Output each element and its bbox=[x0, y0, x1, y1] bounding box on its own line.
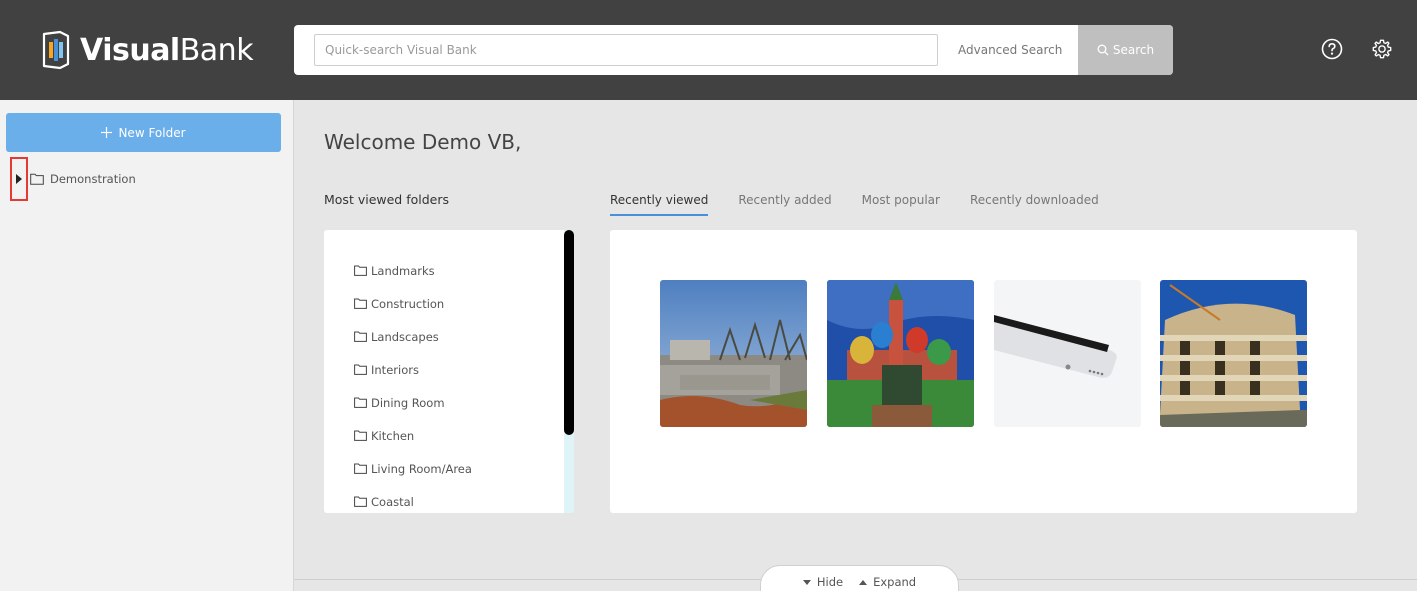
folder-item-landscapes[interactable]: Landscapes bbox=[354, 320, 472, 353]
logo-icon bbox=[42, 30, 70, 70]
hide-label: Hide bbox=[816, 575, 844, 589]
search-icon bbox=[1097, 44, 1109, 56]
st-basils-cathedral-image[interactable] bbox=[827, 280, 974, 427]
folder-icon bbox=[354, 364, 367, 375]
construction-site-image[interactable] bbox=[660, 280, 807, 427]
tree-item-demonstration[interactable]: Demonstration bbox=[10, 157, 270, 201]
help-icon[interactable] bbox=[1321, 38, 1343, 60]
folder-item-label: Dining Room bbox=[371, 395, 445, 410]
folder-item-label: Coastal bbox=[371, 494, 414, 509]
folder-icon bbox=[354, 463, 367, 474]
folder-item-living-room[interactable]: Living Room/Area bbox=[354, 452, 472, 485]
building-under-construction-image[interactable] bbox=[1160, 280, 1307, 427]
scrollbar-thumb[interactable] bbox=[564, 230, 574, 435]
sidebar: New Folder Demonstration bbox=[0, 100, 294, 591]
expand-button[interactable]: Expand bbox=[859, 575, 916, 589]
folder-icon bbox=[354, 298, 367, 309]
top-header: VisualBank Advanced Search Search bbox=[0, 0, 1417, 100]
folder-item-dining-room[interactable]: Dining Room bbox=[354, 386, 472, 419]
visualbank-logo[interactable]: VisualBank bbox=[40, 30, 254, 70]
most-viewed-folders-panel: Landmarks Construction Landscapes Interi… bbox=[324, 230, 574, 513]
gear-icon[interactable] bbox=[1371, 38, 1393, 60]
expand-label: Expand bbox=[873, 575, 917, 589]
folder-icon bbox=[30, 173, 44, 185]
smartphone-image[interactable] bbox=[994, 280, 1141, 427]
folder-item-kitchen[interactable]: Kitchen bbox=[354, 419, 472, 452]
images-panel bbox=[610, 230, 1357, 513]
caret-up-icon bbox=[859, 579, 868, 585]
hide-button[interactable]: Hide bbox=[802, 575, 844, 589]
tab-recently-viewed[interactable]: Recently viewed bbox=[610, 186, 709, 216]
new-folder-label: New Folder bbox=[118, 125, 186, 140]
tab-recently-downloaded[interactable]: Recently downloaded bbox=[970, 186, 1099, 216]
folder-item-label: Landscapes bbox=[371, 329, 439, 344]
expand-toggle[interactable] bbox=[10, 157, 28, 201]
folder-list: Landmarks Construction Landscapes Interi… bbox=[354, 254, 472, 513]
quick-search-input[interactable] bbox=[314, 34, 938, 66]
folder-item-construction[interactable]: Construction bbox=[354, 287, 472, 320]
folder-item-coastal[interactable]: Coastal bbox=[354, 485, 472, 513]
folder-item-interiors[interactable]: Interiors bbox=[354, 353, 472, 386]
image-tabs: Recently viewed Recently added Most popu… bbox=[610, 186, 1129, 218]
most-viewed-folders-title: Most viewed folders bbox=[324, 192, 449, 207]
caret-down-icon bbox=[802, 579, 811, 585]
tree-item-label: Demonstration bbox=[50, 172, 136, 186]
caret-right-icon bbox=[16, 174, 22, 184]
tab-most-popular[interactable]: Most popular bbox=[862, 186, 940, 216]
logo-text: VisualBank bbox=[80, 32, 254, 68]
welcome-heading: Welcome Demo VB, bbox=[324, 130, 522, 154]
folder-icon bbox=[354, 430, 367, 441]
advanced-search-link[interactable]: Advanced Search bbox=[958, 25, 1062, 75]
hide-expand-toggle: Hide Expand bbox=[760, 565, 959, 591]
search-bar: Advanced Search Search bbox=[294, 25, 1173, 75]
search-button-label: Search bbox=[1112, 43, 1155, 57]
tab-recently-added[interactable]: Recently added bbox=[738, 186, 831, 216]
folder-item-label: Kitchen bbox=[371, 428, 415, 443]
new-folder-button[interactable]: New Folder bbox=[6, 113, 281, 152]
search-button[interactable]: Search bbox=[1078, 25, 1173, 75]
plus-icon bbox=[101, 127, 113, 138]
folder-item-landmarks[interactable]: Landmarks bbox=[354, 254, 472, 287]
folder-item-label: Landmarks bbox=[371, 263, 435, 278]
folder-icon bbox=[354, 331, 367, 342]
folder-icon bbox=[354, 397, 367, 408]
folder-item-label: Interiors bbox=[371, 362, 419, 377]
folder-icon bbox=[354, 496, 367, 507]
folder-item-label: Construction bbox=[371, 296, 445, 311]
folder-item-label: Living Room/Area bbox=[371, 461, 472, 476]
folder-icon bbox=[354, 265, 367, 276]
